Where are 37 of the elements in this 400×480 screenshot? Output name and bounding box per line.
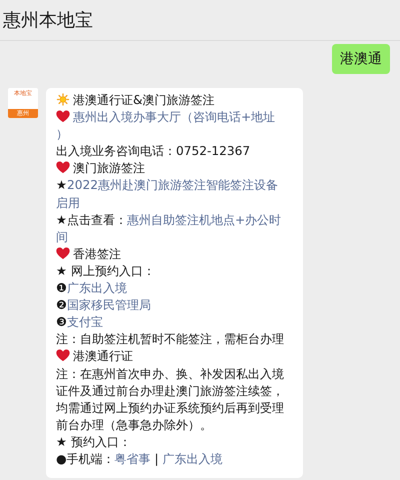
heart-icon [56, 349, 70, 362]
message-text: 均需通过网上预约办证系统预约后再到受理 [56, 400, 284, 415]
message-link[interactable]: 惠州自助签注机地点+办公时 [126, 212, 282, 227]
message-text: 澳门旅游签注 [73, 161, 145, 176]
sun-icon [56, 93, 70, 106]
message-link[interactable]: 广东出入境 [162, 452, 222, 466]
message-text: ★点击查看： [56, 212, 127, 227]
message-text: 注：自助签注机暂时不能签注，需柜台办理 [56, 332, 284, 346]
message-text: 香港签注 [73, 246, 121, 261]
message-text: 港澳通行证 [73, 349, 133, 364]
message-text: 前台办理（急事急办除外）。 [56, 418, 212, 432]
message-text: ●手机端： [56, 452, 115, 466]
message-text: ❷ [56, 298, 67, 312]
message-link[interactable]: 惠州出入境办事大厅（咨询电话+地址 [73, 110, 276, 124]
heart-icon [56, 246, 70, 260]
message-text: ★ [56, 178, 67, 192]
message-text: ★ 网上预约入口： [56, 264, 155, 278]
message-link[interactable]: 粤省事 [114, 452, 151, 466]
heart-icon [56, 110, 70, 124]
chat-title: 惠州本地宝 [3, 9, 93, 32]
message-text: 证件及通过前台办理赴澳门旅游签注续签， [56, 384, 284, 398]
heart-icon [56, 161, 70, 174]
message-link[interactable]: ） [56, 127, 68, 142]
sent-message: 港澳通 [332, 44, 390, 74]
message-text: 注：在惠州首次申办、换、补发因私出入境 [56, 366, 284, 380]
message-link[interactable]: 间 [56, 230, 68, 244]
message-text: ★ 预约入口： [56, 434, 131, 449]
message-link[interactable]: 国家移民管理局 [66, 298, 151, 312]
message-link[interactable]: 启用 [56, 196, 80, 210]
message-text: 出入境业务咨询电话：0752-12367 [56, 144, 250, 158]
message-text: ❸ [56, 315, 67, 330]
message-link[interactable]: 支付宝 [66, 315, 103, 330]
message-text: 港澳通行证&澳门旅游签注 [73, 93, 215, 107]
message-link[interactable]: 广东出入境 [66, 281, 127, 296]
message-text: ❶ [56, 281, 67, 296]
message-text: | [154, 452, 160, 466]
message-link[interactable]: 2022惠州赴澳门旅游签注智能签注设备 [66, 178, 278, 192]
